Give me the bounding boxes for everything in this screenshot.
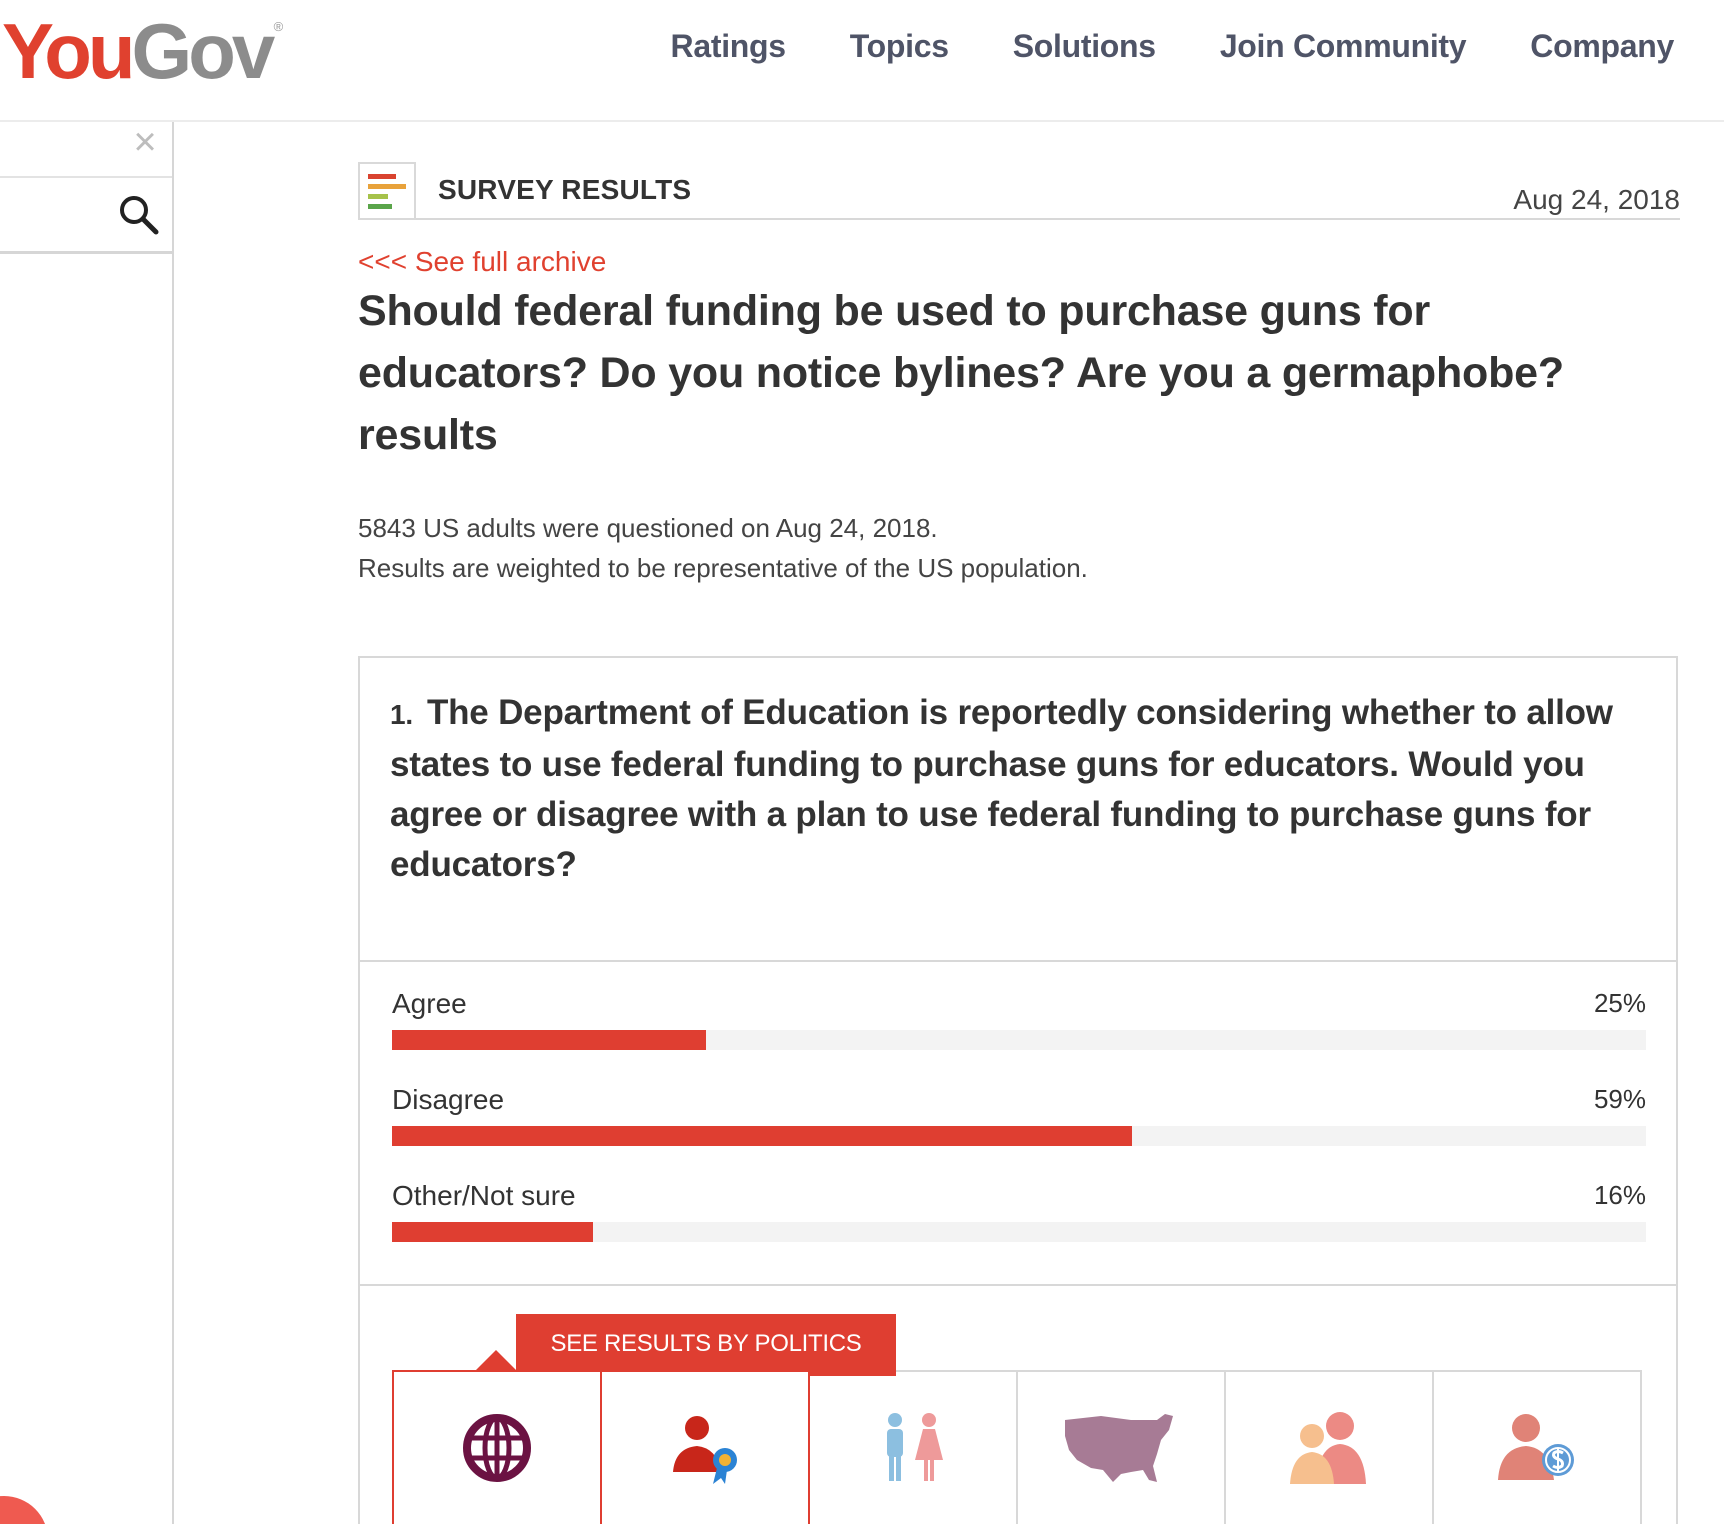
meta-sample: 5843 US adults were questioned on Aug 24… bbox=[358, 513, 938, 543]
survey-results-header: SURVEY RESULTS Aug 24, 2018 bbox=[358, 162, 1680, 220]
divider bbox=[360, 1284, 1676, 1286]
question-text: The Department of Education is reportedl… bbox=[390, 693, 1613, 884]
question-number: 1. bbox=[390, 699, 413, 730]
survey-results-icon bbox=[358, 162, 416, 220]
search-icon[interactable] bbox=[116, 192, 162, 238]
nav-solutions[interactable]: Solutions bbox=[1013, 28, 1156, 65]
answer-bar-track bbox=[392, 1030, 1646, 1050]
main-nav: Ratings Topics Solutions Join Community … bbox=[671, 28, 1675, 65]
answer-label: Other/Not sure bbox=[392, 1180, 576, 1211]
tab-age[interactable] bbox=[1224, 1370, 1434, 1524]
close-icon[interactable]: × bbox=[126, 122, 164, 162]
floating-action-button[interactable] bbox=[0, 1496, 48, 1524]
answer-bar-fill bbox=[392, 1222, 593, 1242]
divider bbox=[360, 960, 1676, 962]
see-results-by-politics-tooltip: SEE RESULTS BY POLITICS bbox=[516, 1314, 896, 1392]
logo-gov-text: Gov bbox=[131, 7, 276, 95]
page-title: Should federal funding be used to purcha… bbox=[358, 287, 1564, 459]
answer-percent: 16% bbox=[1593, 1180, 1646, 1210]
answer-percent: 59% bbox=[1593, 1084, 1646, 1114]
see-full-archive-link[interactable]: <<< See full archive bbox=[358, 246, 606, 278]
question-text-block: 1. The Department of Education is reporte… bbox=[390, 688, 1640, 890]
sidebar-search bbox=[0, 176, 172, 254]
meta-weighting: Results are weighted to be representativ… bbox=[358, 553, 1088, 583]
tab-politics[interactable] bbox=[600, 1370, 810, 1524]
answer-bar-fill bbox=[392, 1126, 1132, 1146]
tab-gender[interactable] bbox=[808, 1370, 1018, 1524]
section-title: SURVEY RESULTS bbox=[438, 174, 692, 205]
answer-label: Disagree bbox=[392, 1084, 505, 1115]
gender-icon bbox=[887, 1413, 943, 1481]
nav-ratings[interactable]: Ratings bbox=[671, 28, 787, 65]
tab-overall[interactable] bbox=[392, 1350, 602, 1524]
tab-income[interactable] bbox=[1432, 1370, 1642, 1524]
income-person-dollar-icon bbox=[1498, 1414, 1574, 1480]
survey-meta: 5843 US adults were questioned on Aug 24… bbox=[358, 508, 1088, 588]
top-bar: YouGov ® Ratings Topics Solutions Join Co… bbox=[0, 0, 1724, 122]
survey-date: Aug 24, 2018 bbox=[1513, 184, 1680, 215]
nav-topics[interactable]: Topics bbox=[850, 28, 949, 65]
nav-company[interactable]: Company bbox=[1530, 28, 1674, 65]
breakdown-tabs bbox=[392, 1350, 1648, 1524]
answer-row: Disagree 59% bbox=[392, 1084, 1646, 1180]
tab-region[interactable] bbox=[1016, 1370, 1226, 1524]
yougov-logo[interactable]: YouGov ® bbox=[2, 12, 283, 90]
globe-icon bbox=[463, 1414, 531, 1482]
answer-row: Other/Not sure 16% bbox=[392, 1180, 1646, 1276]
answer-bar-track bbox=[392, 1126, 1646, 1146]
age-people-icon bbox=[1290, 1412, 1366, 1484]
answer-bar-track bbox=[392, 1222, 1646, 1242]
us-map-icon bbox=[1065, 1414, 1173, 1482]
answer-row: Agree 25% bbox=[392, 988, 1646, 1084]
politics-person-ribbon-icon bbox=[673, 1416, 737, 1484]
answer-bar-fill bbox=[392, 1030, 706, 1050]
question-card: 1. The Department of Education is reporte… bbox=[358, 656, 1678, 1524]
answer-list: Agree 25% Disagree 59% Other/Not sure 16… bbox=[392, 988, 1646, 1276]
answer-percent: 25% bbox=[1593, 988, 1646, 1018]
answer-label: Agree bbox=[392, 988, 467, 1019]
search-input[interactable] bbox=[0, 186, 110, 244]
registered-mark: ® bbox=[273, 19, 284, 34]
left-sidebar: × bbox=[0, 122, 174, 1524]
logo-you-text: You bbox=[2, 7, 136, 95]
nav-join-community[interactable]: Join Community bbox=[1220, 28, 1467, 65]
